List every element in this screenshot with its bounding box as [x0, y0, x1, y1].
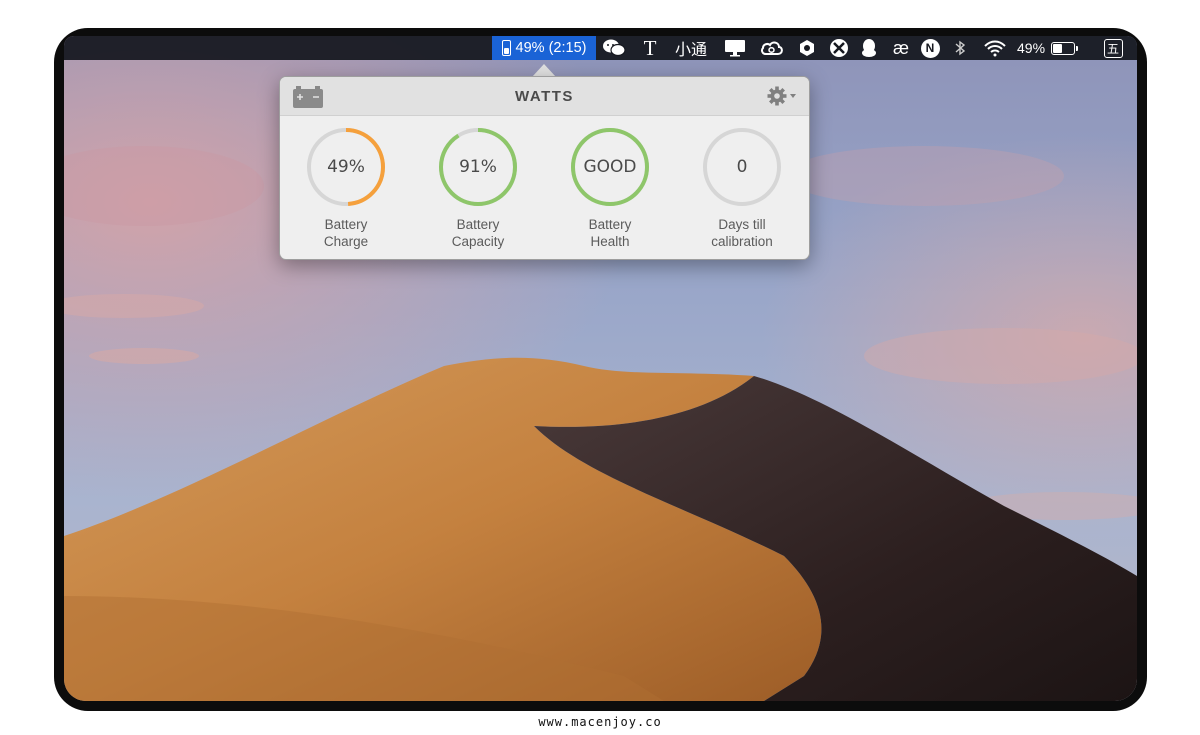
shield-icon[interactable]	[794, 36, 820, 60]
label-line2: Charge	[323, 234, 369, 249]
watts-menubar-item[interactable]: 49% (2:15)	[492, 36, 596, 60]
crossover-icon[interactable]	[826, 36, 852, 60]
wechat-icon[interactable]	[600, 36, 628, 60]
bluetooth-icon[interactable]	[949, 36, 971, 60]
battery-percent-text: 49%	[1017, 40, 1046, 56]
battery-health-gauge: GOOD Battery Health	[560, 127, 660, 257]
label-line2: calibration	[711, 234, 773, 249]
xiaotong-menu-item[interactable]: 小通	[670, 36, 712, 60]
battery-health-value: GOOD	[583, 157, 637, 177]
menu-bar: 49% (2:15) T 小通 æ N 49% 五	[64, 36, 1137, 60]
gear-icon[interactable]	[767, 86, 801, 106]
calibration-value: 0	[736, 157, 748, 177]
battery-capacity-label: Battery Capacity	[428, 216, 528, 250]
battery-status-item[interactable]: 49%	[1017, 36, 1089, 60]
watermark: www.macenjoy.co	[538, 715, 662, 729]
popover-header: WATTS	[280, 77, 809, 116]
text-tool-icon[interactable]: T	[637, 36, 663, 60]
battery-icon	[1051, 41, 1079, 55]
label-line1: Days till	[718, 217, 766, 232]
calibration-gauge: 0 Days till calibration	[692, 127, 792, 257]
label-line2: Capacity	[451, 234, 505, 249]
battery-charge-gauge: 49% Battery Charge	[296, 127, 396, 257]
ae-menu-item[interactable]: æ	[889, 36, 913, 60]
label-line1: Battery	[324, 217, 368, 232]
n-badge-text: N	[920, 38, 940, 58]
input-method-icon[interactable]: 五	[1100, 36, 1126, 60]
battery-menubar-icon	[501, 40, 511, 56]
battery-health-label: Battery Health	[560, 216, 660, 250]
battery-capacity-gauge: 91% Battery Capacity	[428, 127, 528, 257]
label-line1: Battery	[456, 217, 500, 232]
battery-charge-label: Battery Charge	[296, 216, 396, 250]
label-line2: Health	[590, 234, 630, 249]
calibration-label: Days till calibration	[692, 216, 792, 250]
display-icon[interactable]	[720, 36, 750, 60]
label-line1: Battery	[588, 217, 632, 232]
qq-penguin-icon[interactable]	[856, 36, 882, 60]
creative-cloud-icon[interactable]	[757, 36, 787, 60]
watts-popover: WATTS 49% Battery Charge 91% Battery Cap…	[279, 76, 810, 260]
battery-capacity-value: 91%	[459, 157, 497, 177]
input-method-label: 五	[1103, 38, 1123, 58]
popover-title: WATTS	[515, 88, 574, 105]
wifi-icon[interactable]	[981, 36, 1009, 60]
watts-status-text: 49% (2:15)	[515, 40, 587, 56]
n-menu-item[interactable]: N	[917, 36, 943, 60]
battery-header-icon	[293, 86, 323, 108]
battery-charge-value: 49%	[327, 157, 365, 177]
